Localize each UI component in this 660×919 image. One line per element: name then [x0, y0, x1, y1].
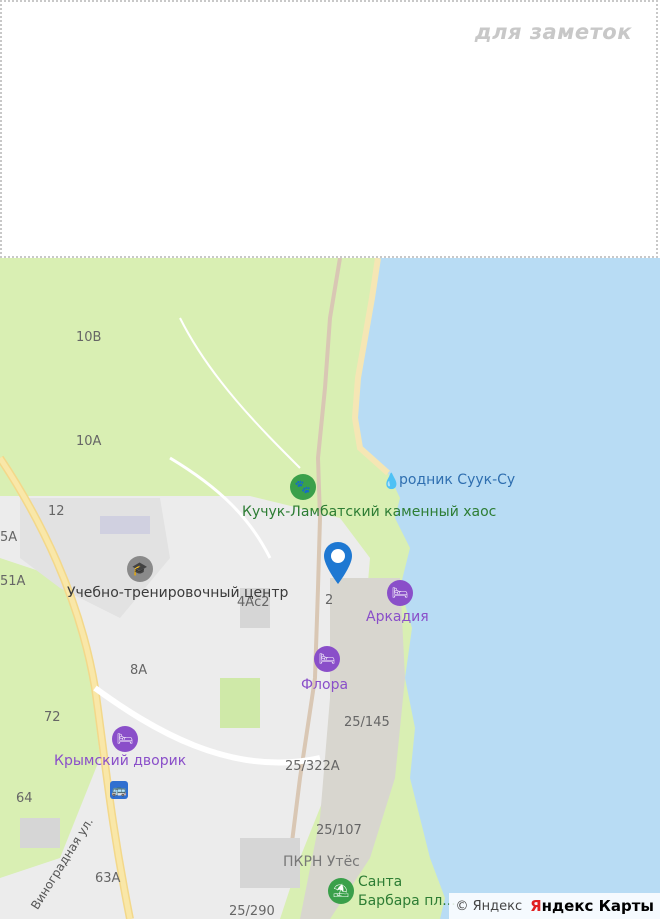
- hotel-flora-label[interactable]: Флора: [301, 677, 348, 693]
- house-number: 25/322А: [285, 759, 340, 774]
- notes-label: для заметок: [474, 20, 632, 44]
- yandex-maps-logo[interactable]: Яндекс Карты: [530, 897, 654, 915]
- hotel-icon[interactable]: 🛏: [314, 646, 340, 672]
- water-drop-icon: 💧: [382, 472, 401, 490]
- house-number: 64: [16, 791, 33, 806]
- house-number: 63А: [95, 871, 121, 886]
- house-number: 25/107: [316, 823, 362, 838]
- hotel-dvorik-label[interactable]: Крымский дворик: [54, 753, 186, 769]
- beach-icon[interactable]: ⛱: [328, 878, 354, 904]
- hotel-icon[interactable]: 🛏: [387, 580, 413, 606]
- graduation-cap-icon[interactable]: 🎓: [127, 556, 153, 582]
- paw-icon[interactable]: 🐾: [290, 474, 316, 500]
- house-number: 5А: [0, 530, 18, 545]
- house-number: 2: [325, 593, 334, 608]
- house-number: 72: [44, 710, 61, 725]
- spring-label[interactable]: родник Суук-Су: [399, 472, 515, 488]
- map-view[interactable]: 10В 10А 12 4Ас2 8А 72 64 63А 2 25/145 25…: [0, 258, 660, 919]
- house-number: 8А: [130, 663, 148, 678]
- house-number: 10А: [76, 434, 102, 449]
- bus-stop-icon[interactable]: 🚌: [110, 781, 128, 799]
- location-pin-icon[interactable]: [322, 540, 354, 586]
- copyright-text: © Яндекс: [455, 898, 523, 914]
- hotel-arkadiya-label[interactable]: Аркадия: [366, 609, 429, 625]
- hotel-icon[interactable]: 🛏: [112, 726, 138, 752]
- house-number: 10В: [76, 330, 102, 345]
- house-number: 25/290: [229, 904, 275, 919]
- reserve-label[interactable]: Кучук-Ламбатский каменный хаос: [242, 503, 496, 522]
- training-center-label[interactable]: Учебно-тренировочный центр: [67, 584, 288, 603]
- house-number: 51А: [0, 574, 26, 589]
- map-attribution: © Яндекс Яндекс Карты: [449, 893, 660, 919]
- house-number: 12: [48, 504, 65, 519]
- house-number: 25/145: [344, 715, 390, 730]
- pkrn-label[interactable]: ПКРН Утёс: [283, 854, 360, 870]
- beach-label[interactable]: Санта Барбара пл...: [358, 873, 458, 911]
- notes-area: для заметок: [0, 0, 658, 258]
